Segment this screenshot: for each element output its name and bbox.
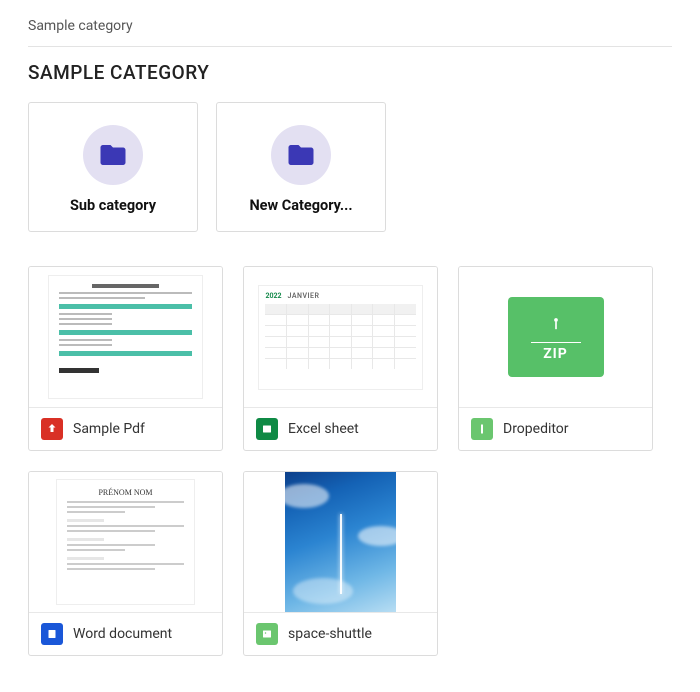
file-name: Excel sheet [288,421,359,437]
zip-file-icon [471,418,493,440]
folder-label: New Category... [249,197,352,214]
sky-image [285,472,397,612]
folder-icon [271,125,331,185]
calendar-month: JANVIER [288,292,320,300]
folder-card-sub-category[interactable]: Sub category [28,102,198,232]
zip-label: ZIP [543,346,568,362]
file-thumbnail [29,267,222,407]
folder-label: Sub category [70,197,156,214]
file-card[interactable]: Sample Pdf [28,266,223,451]
file-card[interactable]: ZIP Dropeditor [458,266,653,451]
folder-icon [83,125,143,185]
file-name: Word document [73,626,172,642]
file-name: Sample Pdf [73,421,145,437]
image-file-icon [256,623,278,645]
file-card[interactable]: 2022 JANVIER Excel sheet [243,266,438,451]
file-footer: Sample Pdf [29,407,222,450]
file-card[interactable]: space-shuttle [243,471,438,656]
folder-row: Sub category New Category... [28,102,672,232]
file-footer: Excel sheet [244,407,437,450]
word-file-icon [41,623,63,645]
section-title: SAMPLE CATEGORY [28,61,672,84]
file-thumbnail [244,472,437,612]
calendar-year: 2022 [265,292,281,300]
file-name: Dropeditor [503,421,569,437]
file-footer: space-shuttle [244,612,437,655]
file-footer: Dropeditor [459,407,652,450]
breadcrumb[interactable]: Sample category [28,12,672,47]
file-thumbnail: PRÉNOM NOM [29,472,222,612]
doc-heading: PRÉNOM NOM [67,488,184,497]
file-name: space-shuttle [288,626,372,642]
file-thumbnail: ZIP [459,267,652,407]
file-card[interactable]: PRÉNOM NOM Word document [28,471,223,656]
file-grid: Sample Pdf 2022 JANVIER [28,266,672,656]
file-footer: Word document [29,612,222,655]
folder-card-new-category[interactable]: New Category... [216,102,386,232]
excel-file-icon [256,418,278,440]
file-thumbnail: 2022 JANVIER [244,267,437,407]
zip-icon: ZIP [508,297,604,377]
pdf-file-icon [41,418,63,440]
